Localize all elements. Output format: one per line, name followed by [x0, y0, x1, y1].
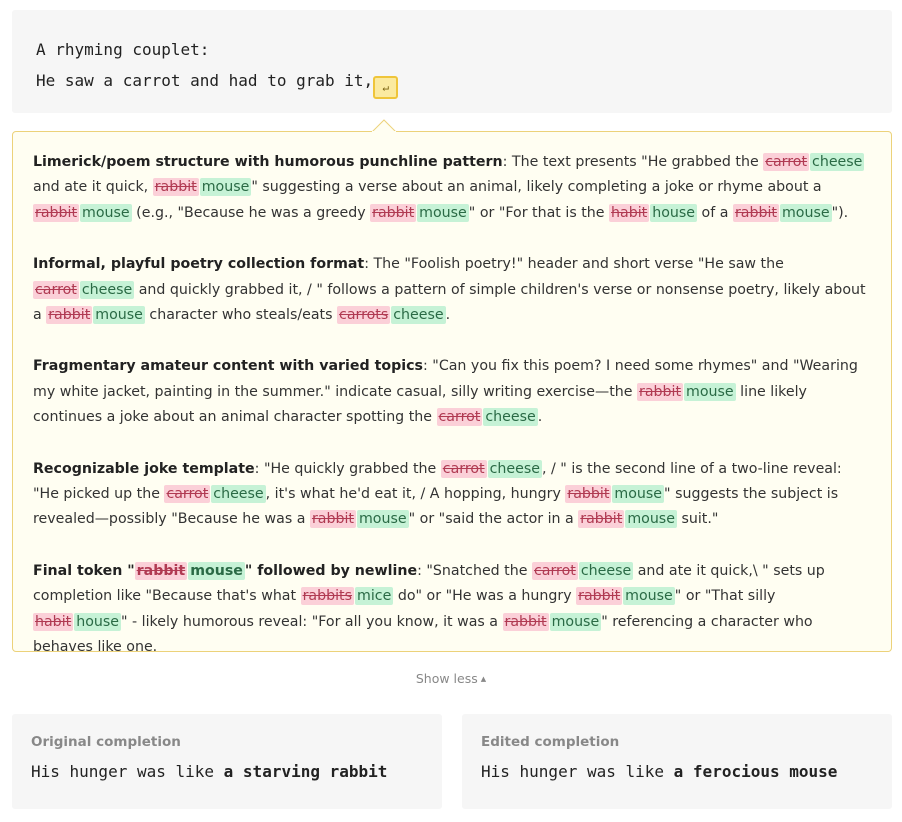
added-token: mice: [355, 587, 394, 606]
added-token: mouse: [625, 510, 677, 529]
explanation-paragraph: Informal, playful poetry collection form…: [33, 252, 871, 328]
added-token: cheese: [810, 153, 865, 171]
removed-token: carrot: [531, 561, 578, 580]
added-token: mouse: [779, 203, 832, 222]
removed-token: rabbit: [637, 382, 684, 401]
added-token: mouse: [549, 612, 602, 631]
added-token: cheese: [483, 408, 538, 427]
removed-token: carrot: [436, 408, 483, 427]
removed-token: rabbit: [309, 510, 356, 529]
removed-token: rabbits: [300, 587, 355, 606]
removed-token: carrot: [164, 485, 211, 504]
removed-token: rabbit: [578, 510, 625, 529]
prompt-line-2: He saw a carrot and had to grab it, ↵: [36, 65, 868, 99]
explanation-text: (e.g., "Because he was a greedy: [131, 204, 371, 221]
edited-completion-prefix: His hunger was like: [481, 762, 674, 781]
explanation-heading: Limerick/poem structure with humorous pu…: [33, 154, 503, 170]
removed-token: rabbit: [576, 587, 623, 606]
added-token: mouse: [684, 382, 736, 401]
added-token: mouse: [356, 510, 409, 529]
edited-completion-emphasis: a ferocious mouse: [673, 762, 838, 781]
explanation-text: : The "Foolish poetry!" header and short…: [364, 256, 784, 273]
explanation-heading: Final token " rabbit mouse " followed by ne…: [33, 561, 418, 580]
added-token: mouse: [93, 306, 145, 325]
removed-token: carrot: [33, 280, 79, 299]
added-token: mouse: [188, 561, 245, 580]
original-completion-title: Original completion: [31, 734, 181, 750]
removed-token: rabbit: [46, 306, 93, 325]
show-less-label: Show less: [415, 671, 478, 686]
explanation-text: and ate it quick,: [33, 179, 153, 196]
added-token: cheese: [487, 459, 542, 478]
added-token: mouse: [199, 178, 252, 197]
original-completion-prefix: His hunger was like: [31, 762, 224, 781]
explanation-text: : "He quickly grabbed the: [254, 460, 441, 477]
explanation-paragraph: Recognizable joke template: "He quickly …: [33, 457, 871, 533]
prompt-line-2-text: He saw a carrot and had to grab it,: [36, 71, 374, 90]
edited-completion-text: His hunger was like a ferocious mouse: [481, 762, 873, 781]
removed-token: habit: [609, 203, 650, 222]
prompt-line-1: A rhyming couplet:: [36, 40, 210, 59]
show-less-button[interactable]: Show less ▲: [0, 671, 902, 686]
panel-pointer-icon: [372, 119, 396, 132]
explanation-heading: Recognizable joke template: [33, 460, 255, 477]
explanation-text: : "Snatched the: [417, 562, 532, 579]
added-token: house: [650, 203, 698, 222]
removed-token: rabbit: [33, 203, 80, 222]
added-token: cheese: [578, 561, 634, 580]
removed-token: habit: [33, 612, 74, 631]
removed-token: rabbit: [370, 203, 417, 222]
removed-token: carrot: [763, 153, 810, 171]
caret-up-icon: ▲: [480, 675, 487, 683]
added-token: cheese: [391, 306, 446, 325]
explanation-paragraph: Fragmentary amateur content with varied …: [33, 354, 871, 430]
explanation-text: " or "said the actor in a: [408, 511, 579, 528]
explanation-text: " suggesting a verse about an animal, li…: [251, 179, 822, 196]
explanation-text: .: [445, 307, 451, 324]
explanation-text: " - likely humorous reveal: "For all you…: [121, 613, 503, 630]
removed-token: rabbit: [152, 178, 199, 197]
added-token: mouse: [623, 587, 675, 606]
added-token: house: [74, 612, 121, 631]
explanation-heading: Informal, playful poetry collection form…: [33, 256, 365, 273]
explanation-text: ").: [831, 204, 849, 221]
removed-token: carrot: [440, 459, 487, 478]
edited-completion-card: Edited completion His hunger was like a …: [462, 714, 892, 809]
explanation-text: , it's what he'd eat it, / A hopping, hu…: [265, 486, 566, 503]
added-token: mouse: [80, 203, 132, 222]
edited-completion-title: Edited completion: [481, 734, 620, 750]
explanation-text: suit.": [676, 511, 719, 528]
removed-token: rabbit: [134, 561, 188, 580]
removed-token: rabbit: [732, 203, 779, 222]
explanation-text: " or "That silly: [674, 588, 776, 605]
added-token: mouse: [417, 203, 469, 222]
explanation-heading: Fragmentary amateur content with varied …: [33, 358, 424, 375]
removed-token: rabbit: [565, 485, 612, 504]
explanation-text: character who steals/eats: [144, 307, 338, 324]
original-completion-card: Original completion His hunger was like …: [12, 714, 442, 809]
original-completion-emphasis: a starving rabbit: [223, 762, 388, 781]
original-completion-text: His hunger was like a starving rabbit: [31, 762, 423, 781]
added-token: cheese: [211, 485, 266, 504]
explanation-text: do" or "He was a hungry: [393, 588, 577, 605]
newline-token-icon[interactable]: ↵: [373, 76, 399, 99]
explanation-text: of a: [697, 204, 733, 221]
added-token: cheese: [79, 280, 135, 299]
explanation-text: .: [537, 409, 543, 426]
explanation-panel: Limerick/poem structure with humorous pu…: [12, 131, 892, 655]
explanation-paragraph: Limerick/poem structure with humorous pu…: [33, 150, 871, 226]
explanation-text: : The text presents "He grabbed the: [502, 154, 764, 170]
explanation-paragraph: Final token " rabbit mouse " followed by ne…: [33, 559, 871, 661]
added-token: mouse: [612, 485, 665, 504]
explanation-text: " or "For that is the: [468, 204, 610, 221]
removed-token: rabbit: [502, 612, 549, 631]
prompt-box: A rhyming couplet: He saw a carrot and h…: [12, 10, 892, 113]
removed-token: carrots: [337, 306, 391, 325]
